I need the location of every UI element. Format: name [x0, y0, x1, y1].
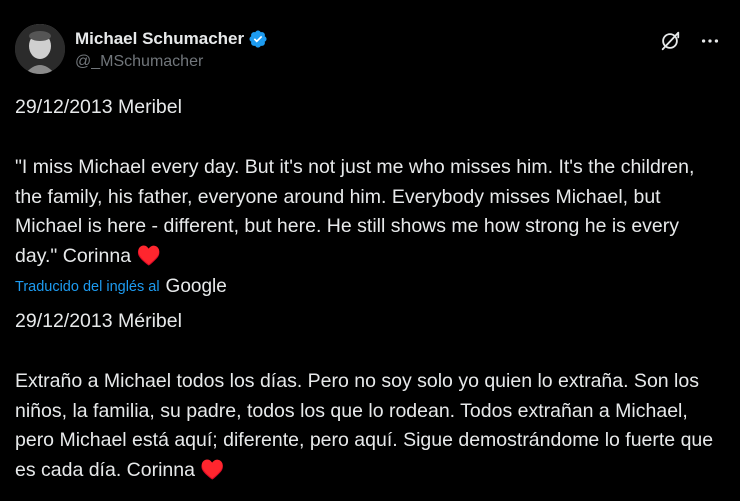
handle[interactable]: @_MSchumacher	[75, 51, 268, 73]
more-icon[interactable]	[699, 30, 721, 52]
original-quote: "I miss Michael every day. But it's not …	[15, 156, 695, 267]
heart-emoji-translated: ♥️	[200, 458, 225, 481]
heart-emoji: ♥️	[136, 244, 161, 267]
avatar[interactable]	[15, 24, 65, 74]
verified-badge-icon[interactable]	[248, 29, 268, 49]
google-logo: Google	[165, 276, 227, 297]
translation-attribution: Traducido del inglés al Google	[15, 276, 227, 298]
display-name[interactable]: Michael Schumacher	[75, 28, 244, 50]
tweet-header: Michael Schumacher @_MSchumacher	[15, 24, 725, 76]
author-names: Michael Schumacher @_MSchumacher	[75, 28, 268, 73]
translated-date-line: 29/12/2013 Méribel	[15, 310, 182, 332]
tweet: Michael Schumacher @_MSchumacher 29/12/2…	[0, 0, 740, 501]
translation-link[interactable]: Traducido del inglés al	[15, 276, 160, 298]
original-date-line: 29/12/2013 Meribel	[15, 96, 182, 118]
grok-icon[interactable]	[659, 30, 681, 52]
tweet-actions	[659, 30, 721, 52]
translated-text-block: Extraño a Michael todos los días. Pero n…	[15, 367, 725, 485]
translated-text: Extraño a Michael todos los días. Pero n…	[15, 370, 714, 481]
original-quote-block: "I miss Michael every day. But it's not …	[15, 153, 725, 271]
